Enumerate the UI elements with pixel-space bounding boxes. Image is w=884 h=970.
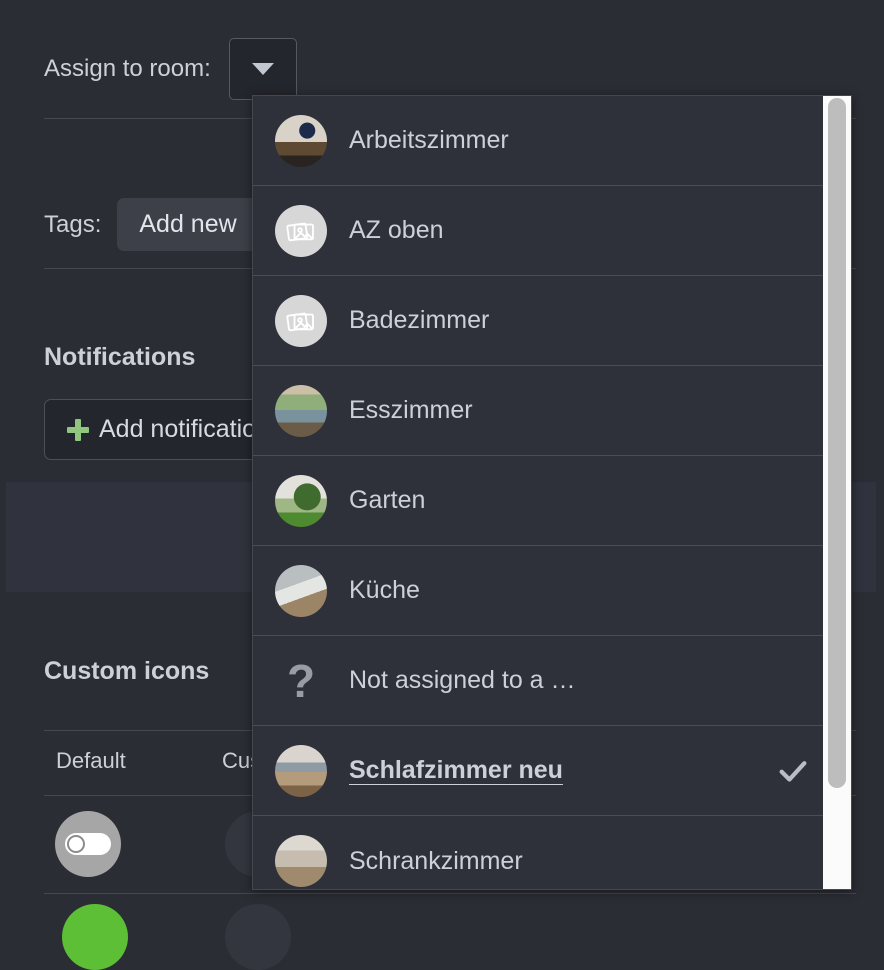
- add-notification-label: Add notification: [99, 415, 270, 443]
- image-placeholder-icon: [275, 204, 327, 257]
- dropdown-item-az-oben[interactable]: AZ oben: [253, 186, 823, 276]
- photo-schlafzimmer-icon: [275, 744, 327, 797]
- assign-to-room-label: Assign to room:: [44, 55, 211, 82]
- toggle-pill: [65, 833, 111, 855]
- dropdown-item-schrankzimmer[interactable]: Schrankzimmer: [253, 816, 823, 889]
- dropdown-scrollbar[interactable]: [823, 96, 851, 889]
- dropdown-item-label: Küche: [349, 576, 420, 604]
- photo-garten-icon: [275, 474, 327, 527]
- photo-schrankzimmer-icon: [275, 835, 327, 887]
- dropdown-item-label: Arbeitszimmer: [349, 126, 509, 154]
- divider: [44, 893, 856, 894]
- tags-label: Tags:: [44, 210, 102, 238]
- assign-to-room-dropdown[interactable]: Arbeitszimmer AZ oben Badezimmer Esszimm…: [252, 95, 852, 890]
- dropdown-item-esszimmer[interactable]: Esszimmer: [253, 366, 823, 456]
- plus-icon: [67, 418, 89, 441]
- question-mark-icon: ?: [286, 654, 316, 707]
- dropdown-scroll-thumb[interactable]: [828, 98, 846, 788]
- tags-row: Tags: Add new: [44, 198, 259, 251]
- add-new-tag-button[interactable]: Add new: [117, 198, 259, 251]
- dropdown-item-label: Schlafzimmer neu: [349, 756, 563, 784]
- image-placeholder-icon: [275, 294, 327, 347]
- check-icon: [763, 754, 823, 788]
- dropdown-item-arbeitszimmer[interactable]: Arbeitszimmer: [253, 96, 823, 186]
- notifications-heading: Notifications: [44, 343, 196, 371]
- dropdown-item-label: Garten: [349, 486, 426, 514]
- photo-kueche-icon: [275, 564, 327, 617]
- dropdown-item-garten[interactable]: Garten: [253, 456, 823, 546]
- dropdown-item-label: Esszimmer: [349, 396, 473, 424]
- dropdown-item-schlafzimmer-neu[interactable]: Schlafzimmer neu: [253, 726, 823, 816]
- photo-esszimmer-icon: [275, 384, 327, 437]
- dropdown-list: Arbeitszimmer AZ oben Badezimmer Esszimm…: [253, 96, 823, 889]
- dropdown-item-badezimmer[interactable]: Badezimmer: [253, 276, 823, 366]
- column-header-default: Default: [56, 748, 126, 773]
- green-circle-icon: [62, 904, 128, 970]
- toggle-off-icon: [55, 811, 121, 877]
- photo-arbeitszimmer-icon: [275, 114, 327, 167]
- assign-to-room-select[interactable]: [228, 38, 297, 100]
- dropdown-item-kueche[interactable]: Küche: [253, 546, 823, 636]
- assign-to-room-row: Assign to room:: [44, 38, 297, 100]
- chevron-down-icon: [251, 63, 274, 75]
- custom-icon-slot[interactable]: [225, 904, 291, 970]
- dropdown-item-not-assigned[interactable]: ? Not assigned to a …: [253, 636, 823, 726]
- custom-icons-heading: Custom icons: [44, 657, 210, 685]
- dropdown-item-label: Schrankzimmer: [349, 846, 523, 875]
- dropdown-item-label: Badezimmer: [349, 306, 490, 334]
- dropdown-item-label: AZ oben: [349, 216, 444, 244]
- dropdown-item-label: Not assigned to a …: [349, 666, 576, 694]
